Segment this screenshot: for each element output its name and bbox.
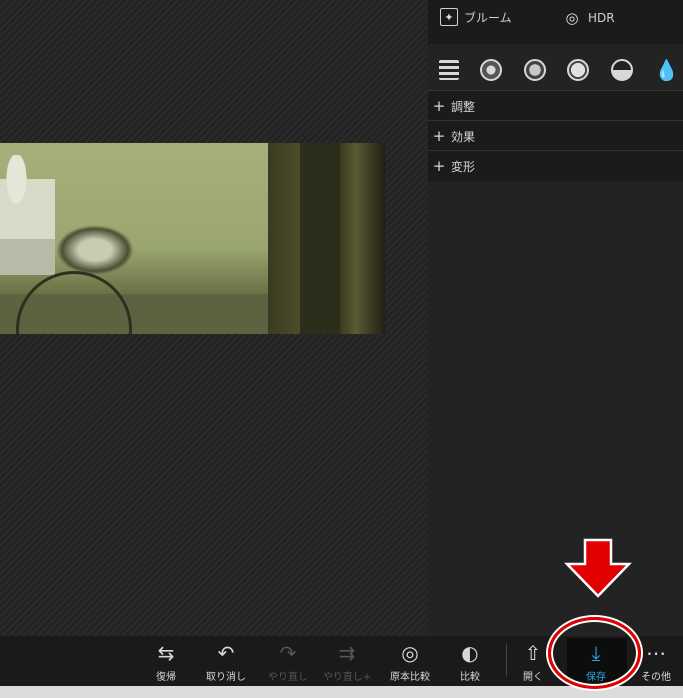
redo-all-button[interactable]: ⇉ やり直し+	[323, 640, 371, 684]
revert-label: 復帰	[156, 672, 176, 683]
filter-circle-3-icon[interactable]	[567, 59, 590, 81]
open-label: 開く	[523, 672, 543, 683]
bloom-label: ブルーム	[464, 10, 512, 25]
redo-label: やり直し	[268, 672, 308, 683]
down-arrow-annotation	[564, 538, 632, 598]
upload-icon: ⇧	[524, 641, 542, 665]
revert-icon: ⇆	[157, 641, 175, 665]
photo-rider	[0, 155, 55, 275]
photo-tree-trunk	[300, 143, 340, 334]
photo-preview	[0, 143, 385, 334]
compare-label: 比較	[460, 672, 480, 683]
compare-button[interactable]: ◐ 比較	[446, 640, 494, 684]
section-label: 変形	[451, 159, 476, 174]
histogram-icon[interactable]	[438, 60, 459, 80]
filter-circle-1-icon[interactable]	[480, 59, 503, 81]
panel-tool-row: ✦ ブルーム ◎ HDR	[428, 0, 683, 44]
redo-all-icon: ⇉	[338, 641, 356, 665]
plus-icon: +	[432, 127, 446, 145]
hdr-tool[interactable]: ◎ HDR	[562, 8, 615, 28]
adjustments-panel: ✦ ブルーム ◎ HDR 💧 + 調整 + 効果 + 変形	[428, 0, 683, 636]
more-icon: ⋯	[646, 641, 666, 665]
section-transform[interactable]: + 変形	[428, 150, 683, 181]
section-effects[interactable]: + 効果	[428, 120, 683, 151]
bloom-tool[interactable]: ✦ ブルーム	[440, 8, 512, 26]
save-highlight-ring	[548, 617, 641, 689]
undo-icon: ↶	[217, 641, 235, 665]
redo-icon: ↷	[279, 641, 297, 665]
redo-all-label: やり直し+	[322, 672, 372, 683]
sparkle-icon: ✦	[440, 8, 458, 26]
redo-button[interactable]: ↷ やり直し	[264, 640, 312, 684]
toolbar-divider	[506, 644, 507, 676]
image-canvas[interactable]	[0, 0, 428, 636]
undo-label: 取り消し	[206, 672, 246, 683]
compare-original-label: 原本比較	[390, 672, 430, 683]
compare-original-button[interactable]: ◎ 原本比較	[386, 640, 434, 684]
section-label: 効果	[451, 129, 476, 144]
plus-icon: +	[432, 97, 446, 115]
photo-bicycle-wheel	[16, 271, 132, 334]
section-label: 調整	[451, 99, 476, 114]
compare-original-icon: ◎	[401, 641, 419, 665]
arrow-shape	[564, 538, 632, 598]
hdr-label: HDR	[588, 11, 615, 25]
more-label: その他	[641, 672, 671, 683]
filter-preset-row: 💧	[428, 55, 683, 85]
plus-icon: +	[432, 157, 446, 175]
undo-button[interactable]: ↶ 取り消し	[202, 640, 250, 684]
revert-button[interactable]: ⇆ 復帰	[142, 640, 190, 684]
half-circle-icon[interactable]	[610, 59, 633, 81]
section-adjust[interactable]: + 調整	[428, 90, 683, 121]
status-strip	[0, 686, 683, 698]
compare-icon: ◐	[461, 641, 479, 665]
droplet-icon[interactable]: 💧	[654, 59, 679, 81]
photo-basket	[56, 225, 134, 275]
hdr-icon: ◎	[565, 9, 579, 27]
filter-circle-2-icon[interactable]	[523, 59, 546, 81]
